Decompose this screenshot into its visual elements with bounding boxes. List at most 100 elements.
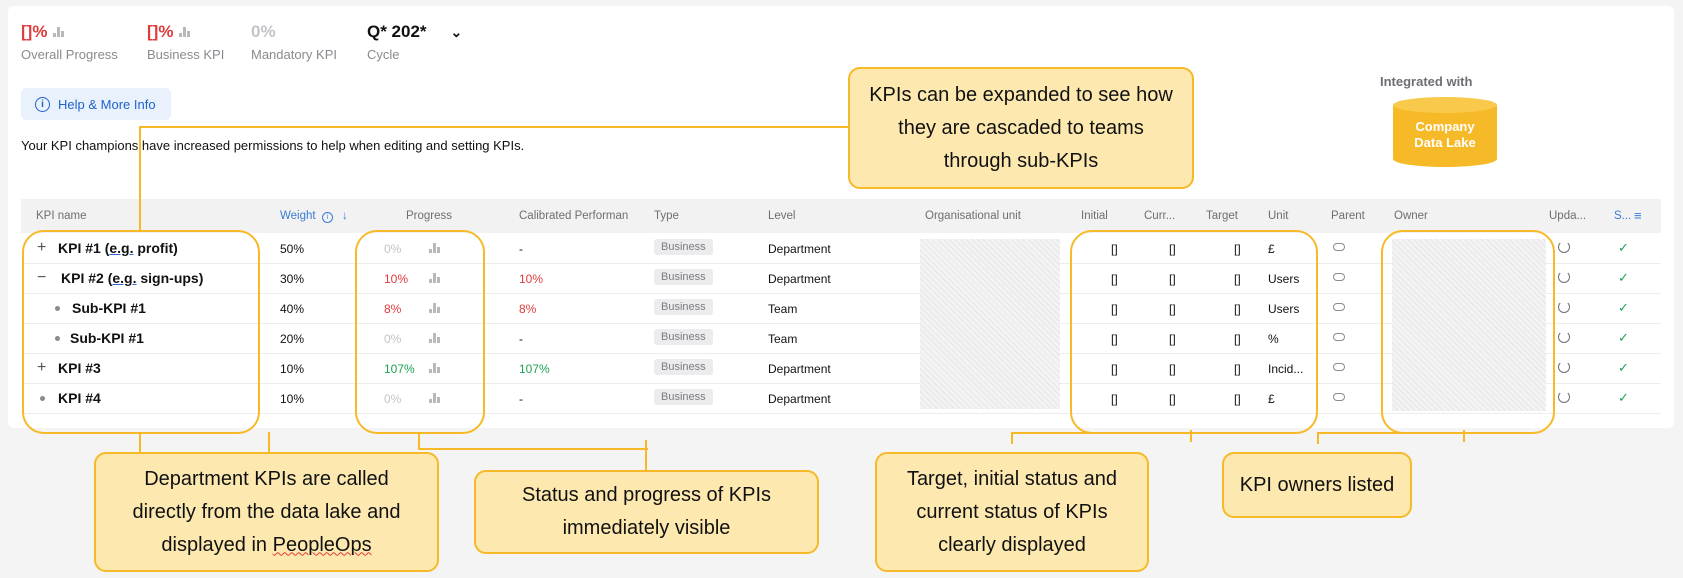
kpi-calibrated: 10% <box>519 272 544 286</box>
type-badge: Business <box>654 269 713 285</box>
kpi-weight: 10% <box>280 362 305 376</box>
owners-callout: KPI owners listed <box>1222 452 1412 518</box>
kpi-weight: 40% <box>280 302 305 316</box>
refresh-icon[interactable] <box>1558 361 1570 373</box>
link-icon[interactable] <box>1333 273 1345 281</box>
target-callout-line3: clearly displayed <box>938 533 1086 556</box>
help-button[interactable]: i Help & More Info <box>21 88 171 120</box>
connector-owner <box>1317 432 1467 444</box>
col-owner[interactable]: Owner <box>1394 210 1428 222</box>
overall-progress-stat: []% Overall Progress <box>21 22 118 62</box>
business-kpi-value: []% <box>147 22 174 41</box>
target-callout: Target, initial status and current statu… <box>875 452 1149 572</box>
bar-chart-icon[interactable] <box>179 27 191 37</box>
business-kpi-label: Business KPI <box>147 47 225 62</box>
col-unit[interactable]: Unit <box>1268 210 1288 222</box>
progress-highlight <box>355 230 485 434</box>
status-callout-line1: Status and progress of KPIs <box>521 484 772 506</box>
kpi-level: Team <box>768 302 798 316</box>
help-button-label: Help & More Info <box>58 96 156 112</box>
type-badge: Business <box>654 389 713 405</box>
values-highlight <box>1070 230 1318 434</box>
kpi-calibrated: - <box>519 242 523 256</box>
connector-status <box>418 432 648 450</box>
refresh-icon[interactable] <box>1558 331 1570 343</box>
col-parent[interactable]: Parent <box>1331 210 1365 222</box>
kpi-level: Department <box>768 242 831 256</box>
org-unit-redacted <box>920 239 1060 409</box>
link-icon[interactable] <box>1333 243 1345 251</box>
connector-target <box>1011 432 1194 444</box>
dept-callout-line1: Department KPIs are called <box>144 467 389 490</box>
link-icon[interactable] <box>1333 363 1345 371</box>
connector-status-drop <box>645 440 649 472</box>
dept-callout-line3: displayed in PeopleOps <box>161 533 372 556</box>
status-callout-line2: immediately visible <box>562 517 731 539</box>
kpi-weight: 30% <box>280 272 305 286</box>
owners-callout-text: KPI owners listed <box>1239 473 1395 496</box>
dept-callout: Department KPIs are called directly from… <box>94 452 439 572</box>
status-callout: Status and progress of KPIs immediately … <box>474 470 819 554</box>
bar-chart-icon[interactable] <box>53 27 65 37</box>
overall-progress-label: Overall Progress <box>21 47 118 62</box>
col-current[interactable]: Curr... <box>1144 210 1175 222</box>
col-kpi-name[interactable]: KPI name <box>36 210 87 222</box>
kpi-weight: 10% <box>280 392 305 406</box>
kpi-weight: 20% <box>280 332 305 346</box>
col-target[interactable]: Target <box>1206 210 1238 222</box>
cycle-value: Q* 202* <box>367 22 427 41</box>
kpi-weight: 50% <box>280 242 305 256</box>
check-icon: ✓ <box>1618 390 1629 405</box>
filter-icon[interactable]: ≡ <box>1634 208 1642 223</box>
refresh-icon[interactable] <box>1558 271 1570 283</box>
refresh-icon[interactable] <box>1558 391 1570 403</box>
overall-progress-value: []% <box>21 22 48 41</box>
kpi-level: Department <box>768 362 831 376</box>
kpi-name-highlight <box>22 230 260 434</box>
target-callout-line1: Target, initial status and <box>906 467 1118 490</box>
mandatory-kpi-label: Mandatory KPI <box>251 47 337 62</box>
type-badge: Business <box>654 359 713 375</box>
owner-highlight <box>1381 230 1555 434</box>
data-lake-line2: Data Lake <box>1414 135 1476 150</box>
col-updated[interactable]: Upda... <box>1549 210 1586 222</box>
mandatory-kpi-value: 0% <box>251 22 276 41</box>
type-badge: Business <box>654 239 713 255</box>
data-lake-line1: Company <box>1415 119 1475 134</box>
chevron-down-icon[interactable]: ⌄ <box>451 24 463 41</box>
kpi-calibrated: 107% <box>519 362 550 376</box>
kpi-level: Department <box>768 272 831 286</box>
kpi-calibrated: - <box>519 392 523 406</box>
col-status[interactable]: S... <box>1614 210 1631 222</box>
link-icon[interactable] <box>1333 303 1345 311</box>
check-icon: ✓ <box>1618 300 1629 315</box>
dept-callout-line2: directly from the data lake and <box>132 500 401 523</box>
link-icon[interactable] <box>1333 333 1345 341</box>
kpi-calibrated: - <box>519 332 523 346</box>
business-kpi-stat: []% Business KPI <box>147 22 224 62</box>
connector-target-up <box>1190 430 1194 442</box>
expand-callout: KPIs can be expanded to see how they are… <box>848 67 1194 189</box>
expand-callout-line1: KPIs can be expanded to see how <box>869 83 1173 106</box>
check-icon: ✓ <box>1618 240 1629 255</box>
target-callout-line2: current status of KPIs <box>916 500 1108 523</box>
expand-callout-line2: they are cascaded to teams <box>898 116 1144 139</box>
check-icon: ✓ <box>1618 270 1629 285</box>
type-badge: Business <box>654 299 713 315</box>
mandatory-kpi-stat: 0% Mandatory KPI <box>251 22 337 62</box>
refresh-icon[interactable] <box>1558 301 1570 313</box>
kpi-level: Department <box>768 392 831 406</box>
connector-owner-up <box>1463 430 1467 442</box>
link-icon[interactable] <box>1333 393 1345 401</box>
col-org-unit[interactable]: Organisational unit <box>925 210 1021 222</box>
check-icon: ✓ <box>1618 330 1629 345</box>
kpi-calibrated: 8% <box>519 302 537 316</box>
connector-dept-top <box>139 432 270 454</box>
kpi-level: Team <box>768 332 798 346</box>
type-badge: Business <box>654 329 713 345</box>
refresh-icon[interactable] <box>1558 241 1570 253</box>
cycle-label: Cycle <box>367 47 400 62</box>
cycle-selector[interactable]: Q* 202* ⌄ Cycle <box>367 22 462 62</box>
info-icon: i <box>35 96 50 112</box>
col-initial[interactable]: Initial <box>1081 210 1108 222</box>
